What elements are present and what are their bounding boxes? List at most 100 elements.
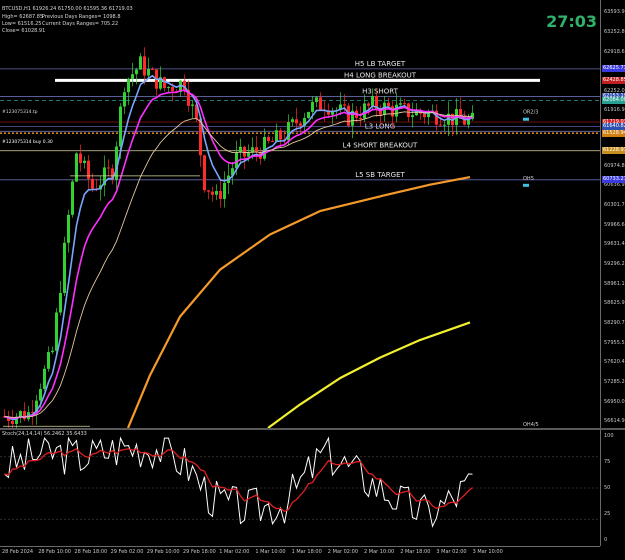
- time-axis-label: 28 Feb 2024: [2, 549, 34, 555]
- candle-body: [131, 74, 134, 79]
- candle-body: [311, 102, 314, 112]
- candle-timer: 27:03: [546, 12, 597, 31]
- level-label: H4 LONG BREAKOUT: [344, 71, 417, 79]
- candles: [3, 47, 474, 428]
- candle-body: [215, 191, 218, 195]
- time-axis-label: 3 Mar 10:00: [472, 549, 503, 555]
- candle-body: [403, 103, 406, 105]
- candle-body: [171, 87, 174, 92]
- candle-body: [43, 368, 46, 389]
- candle-body: [371, 96, 374, 106]
- osc-axis-label: 75: [604, 459, 611, 465]
- osc-axis-label: 25: [604, 511, 611, 517]
- price-axis: 63593.9163252.8062918.6562587.3662252.08…: [600, 0, 625, 428]
- price-tag: 62428.85: [602, 76, 625, 84]
- candle-body: [295, 119, 298, 124]
- price-tag: 61228.97: [602, 147, 625, 155]
- price-tag: 60733.27: [602, 176, 625, 184]
- price-axis-label: 57620.41: [604, 359, 625, 366]
- candle-body: [247, 152, 250, 157]
- price-axis-label: 57955.58: [604, 339, 625, 346]
- buy-order-label: #123075314 buy 0.30: [2, 140, 53, 145]
- candle-body: [123, 92, 126, 107]
- price-axis-label: 58961.10: [604, 280, 625, 287]
- current-range-info: Current Days Ranges= 705.22: [42, 21, 119, 27]
- time-axis: 28 Feb 2024 28 Feb 10:00 28 Feb 18:00 29 Fe…: [0, 546, 600, 560]
- candle-body: [275, 130, 278, 142]
- candle-body: [347, 105, 350, 126]
- candle-body: [267, 136, 270, 141]
- marker-block: [523, 183, 529, 187]
- price-axis-label: 56950.07: [604, 398, 625, 405]
- ma-yellow-line: [267, 321, 471, 428]
- ma-slow-line: [4, 111, 473, 418]
- time-axis-label: 2 Mar 02:00: [327, 549, 358, 555]
- close-info: Close= 61028.91: [2, 28, 46, 34]
- candle-body: [63, 242, 66, 293]
- candle-body: [11, 421, 14, 424]
- stochastic-chart[interactable]: [0, 430, 600, 546]
- candle-body: [343, 104, 346, 106]
- level-label: L5 SB TARGET: [355, 171, 405, 179]
- candle-body: [75, 153, 78, 182]
- price-axis-label: 63252.80: [604, 29, 625, 36]
- price-axis-label: 60974.80: [604, 162, 625, 169]
- candle-body: [239, 146, 242, 153]
- candle-body: [91, 178, 94, 189]
- candle-body: [223, 182, 226, 199]
- candle-body: [255, 147, 258, 153]
- candle-body: [135, 69, 138, 75]
- candle-body: [359, 117, 362, 119]
- time-axis-label: 29 Feb 10:00: [146, 549, 180, 555]
- price-chart[interactable]: H5 LB TARGETH4 LONG BREAKOUTH3 SHORTL3 L…: [0, 0, 600, 428]
- time-axis-label: 28 Feb 18:00: [74, 549, 108, 555]
- candle-body: [391, 106, 394, 117]
- price-tag: 61528.94: [602, 129, 625, 137]
- candle-body: [139, 56, 142, 70]
- candle-body: [71, 181, 74, 215]
- osc-axis-label: 50: [604, 485, 611, 491]
- candle-body: [367, 103, 370, 106]
- candle-body: [387, 102, 390, 107]
- price-tag: 62084.00: [602, 97, 625, 105]
- candle-body: [119, 106, 122, 147]
- candle-body: [67, 214, 70, 243]
- candle-body: [39, 388, 42, 401]
- candle-body: [55, 312, 58, 351]
- ma-fast-line: [4, 74, 473, 421]
- candle-body: [211, 191, 214, 195]
- price-axis-label: 59631.44: [604, 241, 625, 248]
- candle-body: [191, 104, 194, 106]
- candle-body: [83, 160, 86, 164]
- candle-body: [291, 119, 294, 123]
- price-axis-label: 58290.76: [604, 320, 625, 326]
- candle-body: [299, 123, 302, 126]
- candle-body: [219, 191, 222, 199]
- marker-block: [523, 117, 529, 121]
- candle-body: [395, 104, 398, 117]
- candle-body: [263, 136, 266, 159]
- symbol-info: BTCUSD,H1 61926.24 61750.00 61595.36 617…: [2, 6, 133, 12]
- time-axis-label: 28 Feb 10:00: [38, 549, 71, 555]
- time-axis-label: 1 Mar 10:00: [255, 549, 286, 555]
- candle-body: [51, 350, 54, 353]
- price-tag: 62625.73: [602, 65, 625, 73]
- candle-body: [423, 113, 426, 118]
- candle-body: [307, 111, 310, 118]
- candle-body: [151, 69, 154, 71]
- candle-body: [59, 292, 62, 313]
- level-label: H5 LB TARGET: [355, 60, 406, 68]
- candle-body: [279, 130, 282, 140]
- prev-range-info: Previous Days Ranges= 1098.8: [42, 14, 121, 20]
- ma-mid-line: [4, 89, 473, 420]
- time-axis-label: 3 Mar 02:00: [436, 549, 467, 555]
- candle-body: [443, 124, 446, 126]
- candle-body: [243, 146, 246, 157]
- candle-body: [47, 352, 50, 369]
- candle-body: [127, 78, 130, 93]
- osc-axis-label: 100: [604, 433, 614, 439]
- stochastic-label: Stoch(24,14,14) 56.2462 35.6433: [2, 431, 87, 437]
- time-axis-label: 2 Mar 10:00: [364, 549, 395, 555]
- candle-body: [143, 56, 146, 76]
- candle-body: [271, 140, 274, 142]
